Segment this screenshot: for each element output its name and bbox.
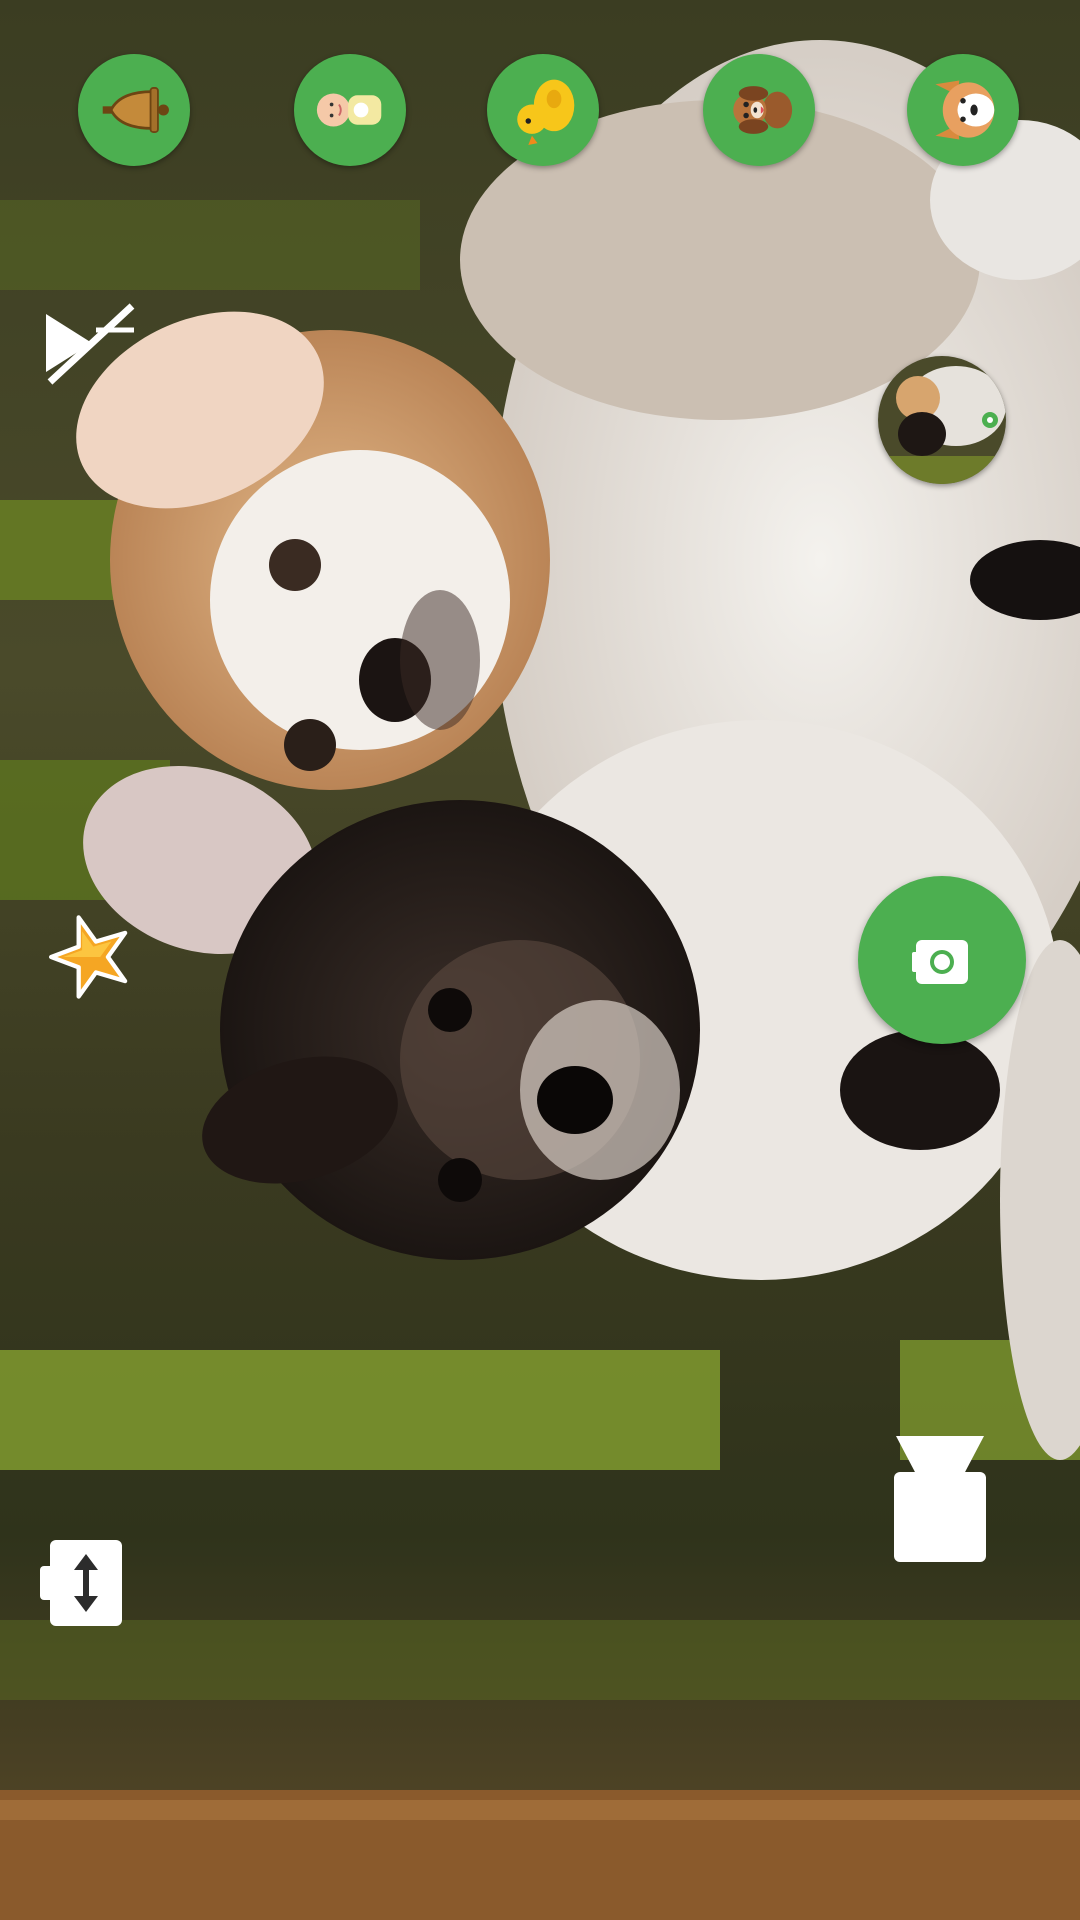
shutter-button[interactable] [858, 876, 1026, 1044]
gallery-preview-image [878, 356, 1006, 484]
baby-sound-button[interactable] [294, 54, 406, 166]
baby-icon [316, 93, 382, 127]
dog-sound-button[interactable] [703, 54, 815, 166]
bell-sound-button[interactable] [78, 54, 190, 166]
camera-screen [0, 0, 1080, 1920]
camera-icon [912, 940, 968, 984]
mute-icon[interactable] [40, 300, 140, 386]
duck-icon [517, 79, 575, 145]
corgi-icon [935, 80, 995, 140]
flash-icon[interactable] [890, 1434, 990, 1564]
gallery-thumbnail[interactable] [878, 356, 1006, 484]
duck-sound-button[interactable] [487, 54, 599, 166]
switch-camera-icon[interactable] [40, 1536, 126, 1630]
corgi-sound-button[interactable] [907, 54, 1019, 166]
bell-icon [102, 87, 169, 133]
dog-icon [733, 86, 793, 134]
star-icon[interactable] [46, 914, 132, 1000]
